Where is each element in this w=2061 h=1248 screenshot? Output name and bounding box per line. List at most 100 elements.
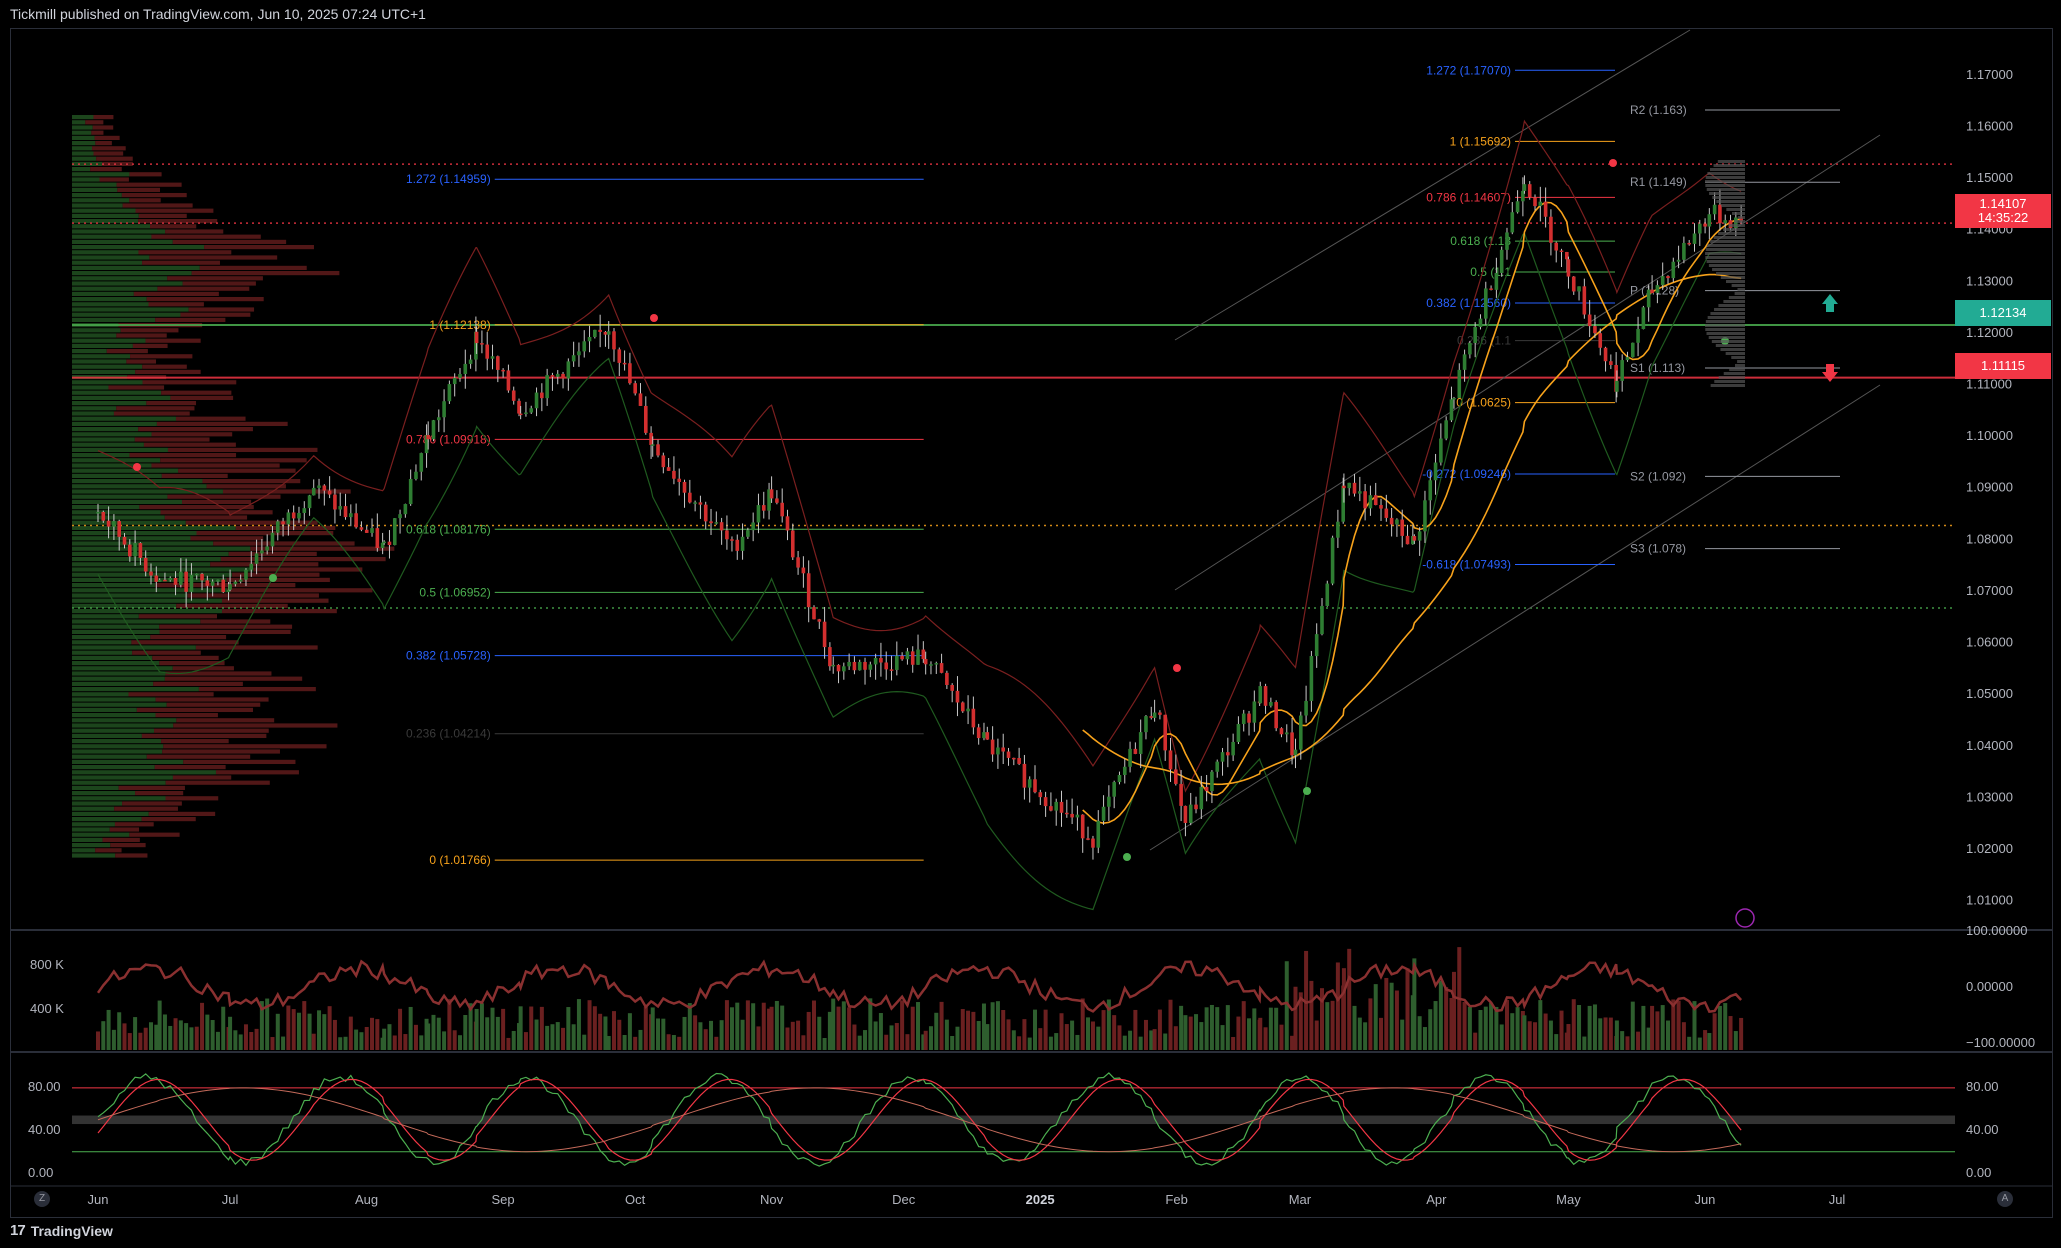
volume-bar: [561, 1027, 566, 1050]
volume-bar: [1090, 1021, 1095, 1050]
volume-bar: [200, 1002, 205, 1050]
volume-profile-bar-down: [198, 687, 316, 692]
candle-down: [1352, 482, 1357, 494]
candle-down: [1263, 686, 1268, 706]
candle-down: [1593, 326, 1597, 334]
volume-profile-bar-up: [72, 401, 147, 406]
volume-profile-bar-down: [94, 135, 120, 140]
candle-up: [545, 375, 549, 399]
candle-up: [1152, 712, 1157, 718]
session-profile-bar: [1734, 292, 1745, 295]
volume-bar: [243, 1024, 248, 1050]
volume-bar: [878, 1013, 883, 1050]
session-profile-bar: [1707, 172, 1745, 175]
candle-down: [985, 732, 990, 740]
candle-down: [1290, 732, 1294, 756]
volume-bar: [627, 1013, 632, 1050]
volume-profile-bar-down: [165, 229, 224, 234]
candle-down: [184, 571, 188, 592]
candle-up: [1417, 531, 1422, 541]
candle-up: [740, 536, 745, 551]
auto-scale-button[interactable]: A: [1997, 1191, 2013, 1207]
volume-profile-bar-up: [72, 193, 122, 198]
volume-profile-bar-up: [72, 177, 100, 182]
candle-down: [643, 405, 648, 433]
candle-down: [1405, 535, 1410, 545]
candle-up: [1336, 521, 1340, 538]
candle-down: [656, 444, 660, 456]
volume-bar: [831, 998, 836, 1050]
volume-bar: [1636, 1031, 1641, 1050]
volume-bar: [215, 1031, 220, 1050]
session-profile-bar: [1710, 240, 1745, 243]
volume-profile-bar-up: [72, 146, 93, 151]
volume-profile-bar-up: [72, 271, 192, 276]
session-profile-bar: [1723, 300, 1745, 303]
volume-bar: [157, 1000, 162, 1050]
volume-profile-bar-down: [190, 536, 264, 541]
volume-bar: [709, 1020, 714, 1050]
volume-profile-bar-down: [155, 317, 226, 322]
volume-bar: [592, 1006, 597, 1050]
volume-bar: [1173, 1026, 1178, 1050]
candle-up: [392, 518, 397, 546]
session-profile-bar: [1734, 364, 1745, 367]
volume-profile-bar-up: [72, 567, 254, 572]
candle-down: [698, 502, 703, 505]
volume-profile-bar-up: [72, 234, 152, 239]
volume-profile-bar-down: [92, 146, 126, 151]
volume-profile-bar-down: [151, 463, 280, 468]
price-chart[interactable]: 1.170001.160001.150001.140001.130001.120…: [0, 0, 2061, 1248]
x-axis-tick-label: Mar: [1289, 1192, 1312, 1207]
volume-bar: [327, 1006, 332, 1050]
volume-profile-bar-up: [72, 198, 130, 203]
candle-down: [343, 506, 348, 518]
volume-bar: [550, 1024, 555, 1050]
candle-up: [1692, 233, 1697, 244]
session-profile-bar: [1705, 184, 1745, 187]
volume-profile-bar-down: [157, 286, 250, 291]
candle-down: [1598, 333, 1603, 348]
session-profile-bar: [1712, 196, 1745, 199]
candle-down: [1183, 805, 1188, 823]
volume-bar: [1335, 962, 1340, 1050]
session-profile-bar: [1728, 296, 1745, 299]
volume-profile-bar-down: [91, 130, 104, 135]
oscillator-left-axis-label: 0.00: [28, 1165, 53, 1180]
candle-up: [1457, 369, 1462, 398]
timezone-toggle-button[interactable]: Z: [34, 1191, 50, 1207]
fib-label-right: 0.5 (1.1: [1470, 265, 1511, 279]
volume-profile-bar-down: [180, 312, 251, 317]
volume-profile-bar-up: [72, 801, 123, 806]
candle-down: [1174, 769, 1178, 784]
candle-up: [382, 541, 386, 544]
candle-down: [1389, 517, 1394, 525]
volume-bar: [1314, 1020, 1319, 1050]
volume-bar: [822, 1037, 827, 1050]
volume-profile-bar-down: [116, 182, 182, 187]
candle-down: [1043, 797, 1048, 807]
signal-dot: [650, 314, 658, 322]
volume-profile-bar-up: [72, 187, 118, 192]
volume-bar: [900, 1000, 905, 1050]
volume-bar: [1038, 1028, 1043, 1050]
candle-up: [847, 661, 851, 667]
volume-profile-bar-up: [72, 286, 158, 291]
volume-profile-bar-up: [72, 796, 166, 801]
candle-up: [1660, 276, 1665, 286]
candle-down: [939, 663, 944, 673]
volume-bar: [1133, 1009, 1138, 1050]
volume-profile-bar-up: [72, 141, 96, 146]
volume-bar: [1676, 1000, 1681, 1050]
volume-bar: [1086, 1017, 1091, 1050]
session-profile-bar: [1706, 260, 1745, 263]
volume-bar: [1587, 1005, 1592, 1050]
candle-down: [1703, 223, 1707, 227]
candle-down: [1086, 838, 1090, 840]
volume-profile-bar-down: [114, 822, 154, 827]
volume-bar: [976, 1021, 981, 1050]
volume-profile-bar-down: [199, 265, 307, 270]
candle-up: [1449, 399, 1454, 421]
candle-up: [233, 581, 238, 585]
volume-profile-bar-up: [72, 338, 146, 343]
